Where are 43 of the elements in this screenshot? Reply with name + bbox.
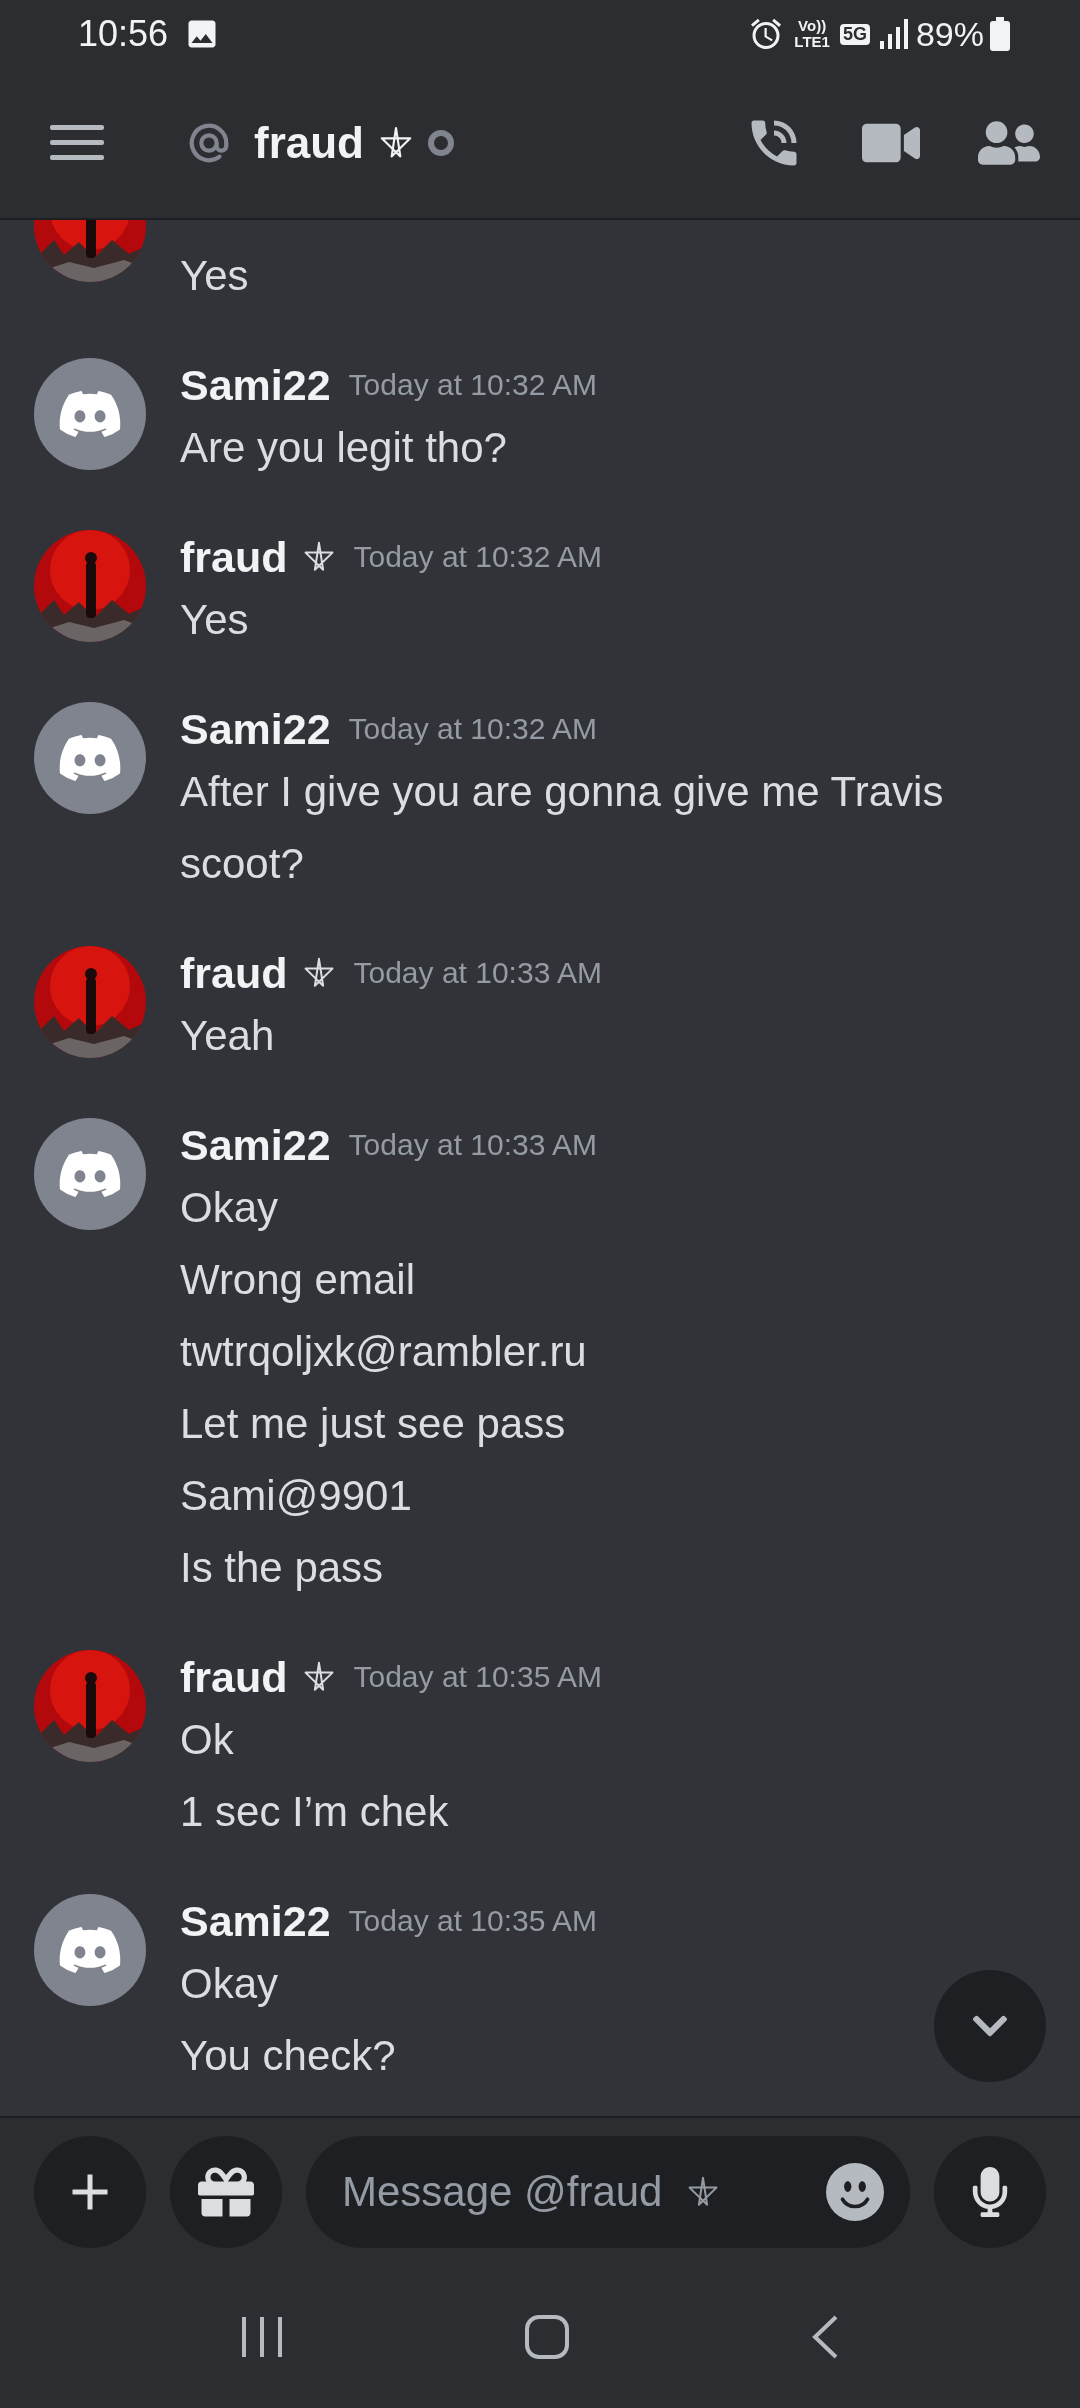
lte-label: LTE1 bbox=[794, 34, 830, 50]
battery-percent: 89% bbox=[915, 14, 984, 54]
clock-time: 10:56 bbox=[78, 13, 169, 55]
network-label: 5G bbox=[839, 23, 870, 45]
message-text: twtrqoljxk@rambler.ru bbox=[180, 1327, 588, 1377]
author-name[interactable]: fraud bbox=[180, 948, 288, 998]
message-text: Yeah bbox=[180, 1011, 276, 1061]
message-text: Yes bbox=[180, 595, 250, 645]
author-name[interactable]: fraud bbox=[180, 1652, 288, 1702]
home-icon[interactable] bbox=[524, 2314, 570, 2360]
message-text: Let me just see pass bbox=[180, 1399, 567, 1449]
message-timestamp: Today at 10:32 AM bbox=[348, 712, 598, 746]
back-icon[interactable] bbox=[810, 2314, 840, 2360]
channel-title: fraud bbox=[254, 118, 364, 168]
message-timestamp: Today at 10:33 AM bbox=[348, 1128, 598, 1162]
message-text: 1 sec I’m chek bbox=[180, 1787, 450, 1837]
signal-icon bbox=[879, 19, 908, 49]
message-timestamp: Today at 10:32 AM bbox=[353, 540, 602, 574]
message-text: Yes bbox=[180, 251, 249, 301]
message-timestamp: Today at 10:35 AM bbox=[348, 1904, 598, 1938]
message-text: After I give you are gonna give me Travis scoot? bbox=[180, 767, 945, 889]
author-name[interactable]: Sami22 bbox=[180, 1896, 331, 1946]
message-timestamp: Today at 10:33 AM bbox=[353, 956, 602, 990]
recent-apps-icon[interactable] bbox=[240, 2315, 284, 2359]
volte-label: Vo)) bbox=[798, 18, 827, 34]
author-name[interactable]: Sami22 bbox=[180, 1120, 331, 1170]
author-name[interactable]: Sami22 bbox=[180, 704, 331, 754]
message-text: Sami@9901 bbox=[180, 1471, 413, 1521]
message-text: You check? bbox=[180, 2031, 397, 2081]
message-timestamp: Today at 10:35 AM bbox=[353, 1660, 602, 1694]
message-text: Ok bbox=[180, 1715, 235, 1765]
menu-icon[interactable] bbox=[50, 123, 104, 163]
message-input[interactable]: Message @fraud bbox=[342, 2168, 672, 2216]
message-text: Okay bbox=[180, 1183, 280, 1233]
message-timestamp: Today at 10:32 AM bbox=[348, 368, 598, 402]
battery-icon bbox=[990, 17, 1010, 51]
message-text: Is the pass bbox=[180, 1543, 385, 1593]
message-text: Are you legit tho? bbox=[180, 423, 508, 473]
message-text: Okay bbox=[180, 1959, 280, 2009]
message-text: Wrong email bbox=[180, 1255, 416, 1305]
emoji-icon[interactable] bbox=[826, 2163, 884, 2221]
author-name[interactable]: fraud bbox=[180, 532, 288, 582]
author-name[interactable]: Sami22 bbox=[180, 360, 331, 410]
